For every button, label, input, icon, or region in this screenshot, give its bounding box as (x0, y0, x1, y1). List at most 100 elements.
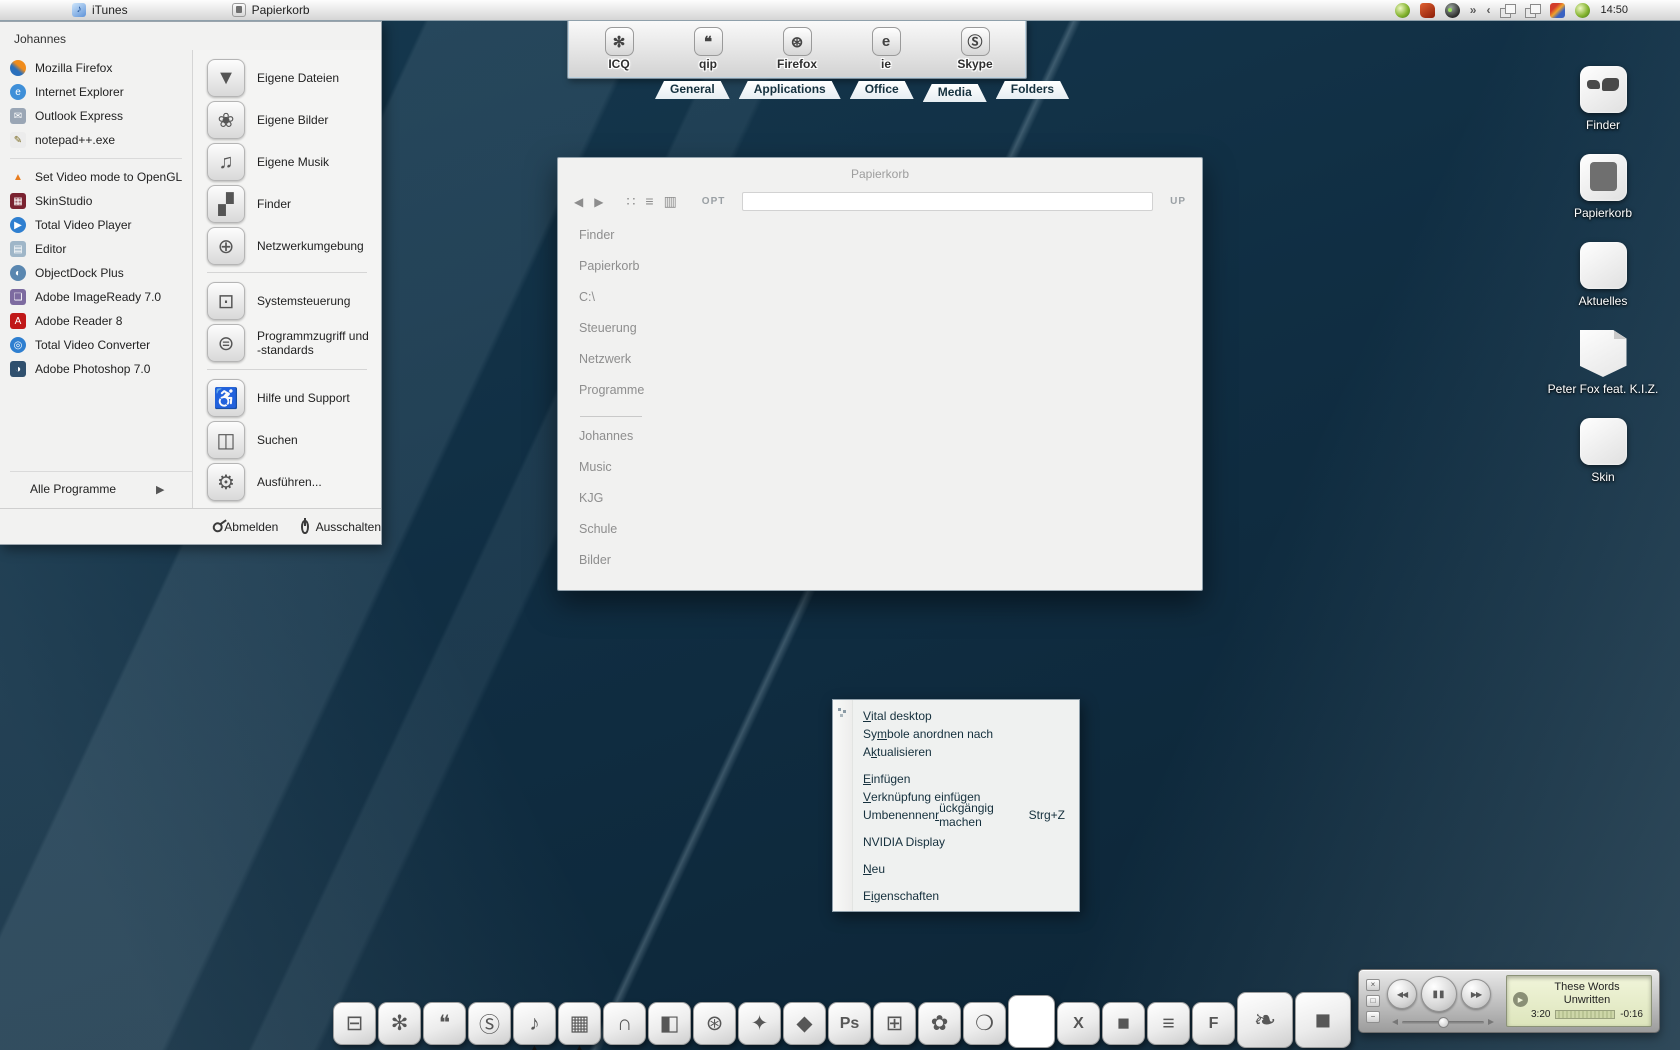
context-menu-item[interactable]: Aktualisieren (833, 743, 1079, 761)
close-button[interactable]: × (1366, 979, 1380, 991)
start-menu-item[interactable]: ◐ObjectDock Plus (10, 261, 192, 285)
dock-palette-icon[interactable]: ✿ (918, 1002, 961, 1045)
address-bar[interactable] (742, 192, 1153, 211)
desktop-icon[interactable]: Aktuelles (1578, 242, 1628, 308)
start-menu-item[interactable]: ❀Eigene Bilder (207, 100, 373, 140)
start-menu-item[interactable]: ▶Total Video Player (10, 213, 192, 237)
start-menu-item[interactable]: ▞Finder (207, 184, 373, 224)
dock-ink-icon[interactable]: ❧ (1237, 992, 1293, 1048)
start-menu-item[interactable]: ⊕Netzwerkumgebung (207, 226, 373, 266)
swirl-icon[interactable] (1395, 3, 1410, 18)
start-menu-item[interactable]: ✎notepad++.exe (10, 128, 192, 152)
chevron-left-icon[interactable]: ‹ (1486, 3, 1490, 18)
windows-icon[interactable] (1525, 3, 1540, 18)
tab-media[interactable]: Media (923, 84, 987, 102)
launcher-item[interactable]: eie (848, 27, 924, 71)
sidebar-item[interactable]: Papierkorb (579, 259, 1202, 290)
logoff-button[interactable]: Abmelden (224, 520, 278, 534)
launcher-item[interactable]: ❝qip (670, 27, 746, 71)
context-menu-item[interactable]: Umbenennen rückgängig machenStrg+Z (833, 806, 1079, 824)
start-menu-item[interactable]: ⊜Programmzugriff und -standards (207, 323, 373, 363)
launcher-item[interactable]: ✻ICQ (581, 27, 657, 71)
back-button[interactable]: ◀ (574, 195, 583, 209)
sidebar-item[interactable]: Johannes (579, 429, 1202, 460)
column-view-icon[interactable]: ▥ (664, 193, 677, 210)
volume-track[interactable] (1402, 1021, 1484, 1024)
sidebar-item[interactable]: Bilder (579, 553, 1202, 584)
finder-window[interactable]: Papierkorb ◀ ▶ ∷≡▥ OPT UP FinderPapierko… (557, 157, 1203, 591)
dock-blank-icon[interactable] (1008, 995, 1055, 1048)
dock-alien-icon[interactable]: ❍ (963, 1002, 1006, 1045)
start-menu-item[interactable]: ⊡Systemsteuerung (207, 281, 373, 321)
dock-contacts-icon[interactable]: ≡ (1147, 1002, 1190, 1045)
taskbar-item[interactable]: ♪iTunes (72, 3, 128, 17)
dragon-icon[interactable] (1420, 3, 1435, 18)
dock-f-app-icon[interactable]: F (1192, 1002, 1235, 1045)
sidebar-item[interactable]: Steuerung (579, 321, 1202, 352)
dock-firefox-icon[interactable]: ⊛ (693, 1002, 736, 1045)
launcher-item[interactable]: ⓈSkype (937, 27, 1013, 71)
context-menu-item[interactable]: Vital desktop (833, 707, 1079, 725)
sidebar-item[interactable]: Music (579, 460, 1202, 491)
desktop-icon[interactable]: Skin (1578, 418, 1628, 484)
pause-button[interactable]: ▮▮ (1421, 976, 1457, 1012)
context-menu-item[interactable]: Symbole anordnen nach (833, 725, 1079, 743)
start-menu-item[interactable]: ◫Suchen (207, 420, 373, 460)
dock-headphones-icon[interactable]: ∩ (603, 1002, 646, 1045)
dock-blocks-icon[interactable]: ⊞ (873, 1002, 916, 1045)
desktop-icon[interactable]: Peter Fox feat. K.I.Z. (1578, 330, 1628, 396)
colors-icon[interactable] (1550, 3, 1565, 18)
dock-computer-icon[interactable]: ⊟ (333, 1002, 376, 1045)
start-menu-item[interactable]: ♿Hilfe und Support (207, 378, 373, 418)
tab-applications[interactable]: Applications (739, 81, 841, 99)
mini-media-player[interactable]: ×□− ◀◀ ▮▮ ▶▶ ▶ These Words Unwritten 3:2… (1358, 969, 1660, 1033)
windows-icon[interactable] (1500, 3, 1515, 18)
taskbar-item[interactable]: Papierkorb (232, 3, 310, 17)
tab-office[interactable]: Office (850, 81, 914, 99)
launcher-item[interactable]: ⊛Firefox (759, 27, 835, 71)
start-menu-item[interactable]: ♫Eigene Musik (207, 142, 373, 182)
sidebar-item[interactable]: Finder (579, 228, 1202, 259)
forward-button[interactable]: ▶ (594, 195, 603, 209)
all-programs-button[interactable]: Alle Programme▶ (10, 471, 192, 508)
volume-slider[interactable] (1389, 1019, 1497, 1025)
dock-trash-dock-icon[interactable]: ■ (1295, 992, 1351, 1048)
progress-bar[interactable] (1555, 1010, 1615, 1019)
chevron-right-icon[interactable]: » (1470, 3, 1477, 18)
context-menu-item[interactable]: NVIDIA Display (833, 833, 1079, 851)
start-menu-item[interactable]: ◑Adobe Photoshop 7.0 (10, 357, 192, 381)
minimize-button[interactable]: − (1366, 1011, 1380, 1023)
sidebar-item[interactable]: Schule (579, 522, 1202, 553)
list-view-icon[interactable]: ≡ (645, 193, 653, 210)
context-menu-item[interactable]: Neu (833, 860, 1079, 878)
dock-skype-icon[interactable]: Ⓢ (468, 1002, 511, 1045)
dock-compass-icon[interactable]: ✦ (738, 1002, 781, 1045)
start-menu-item[interactable]: AAdobe Reader 8 (10, 309, 192, 333)
start-menu-item[interactable]: ▦SkinStudio (10, 189, 192, 213)
sidebar-item[interactable]: KJG (579, 491, 1202, 522)
start-menu-item[interactable]: ▤Editor (10, 237, 192, 261)
dock-player-icon[interactable]: ◆ (783, 1002, 826, 1045)
start-menu-item[interactable]: ◎Total Video Converter (10, 333, 192, 357)
sidebar-item[interactable]: Netzwerk (579, 352, 1202, 383)
dock-icq-icon[interactable]: ✻ (378, 1002, 421, 1045)
dock-clapper-icon[interactable]: ◧ (648, 1002, 691, 1045)
start-menu-item[interactable]: Mozilla Firefox (10, 56, 192, 80)
previous-track-button[interactable]: ◀◀ (1387, 979, 1417, 1009)
next-track-button[interactable]: ▶▶ (1461, 979, 1491, 1009)
dock-x11-icon[interactable]: X (1057, 1002, 1100, 1045)
desktop-icon[interactable]: Papierkorb (1578, 154, 1628, 220)
desktop[interactable]: ♪iTunesPapierkorb »‹ 14:50 Johannes Mozi… (0, 0, 1680, 1050)
shutdown-button[interactable]: Ausschalten (316, 520, 381, 534)
start-menu-item[interactable]: ▼Eigene Dateien (207, 58, 373, 98)
sphere-icon[interactable] (1445, 3, 1460, 18)
sidebar-item[interactable]: C:\ (579, 290, 1202, 321)
start-menu-item[interactable]: ✉Outlook Express (10, 104, 192, 128)
dock-qip-icon[interactable]: ❝ (423, 1002, 466, 1045)
start-menu-item[interactable]: ❏Adobe ImageReady 7.0 (10, 285, 192, 309)
context-menu-item[interactable]: Eigenschaften (833, 887, 1079, 905)
dock-itunes-icon[interactable]: ♪▲ (513, 1002, 556, 1045)
dock-square-icon[interactable]: ■ (1102, 1002, 1145, 1045)
tab-general[interactable]: General (655, 81, 730, 99)
sidebar-item[interactable]: Programme (579, 383, 1202, 414)
